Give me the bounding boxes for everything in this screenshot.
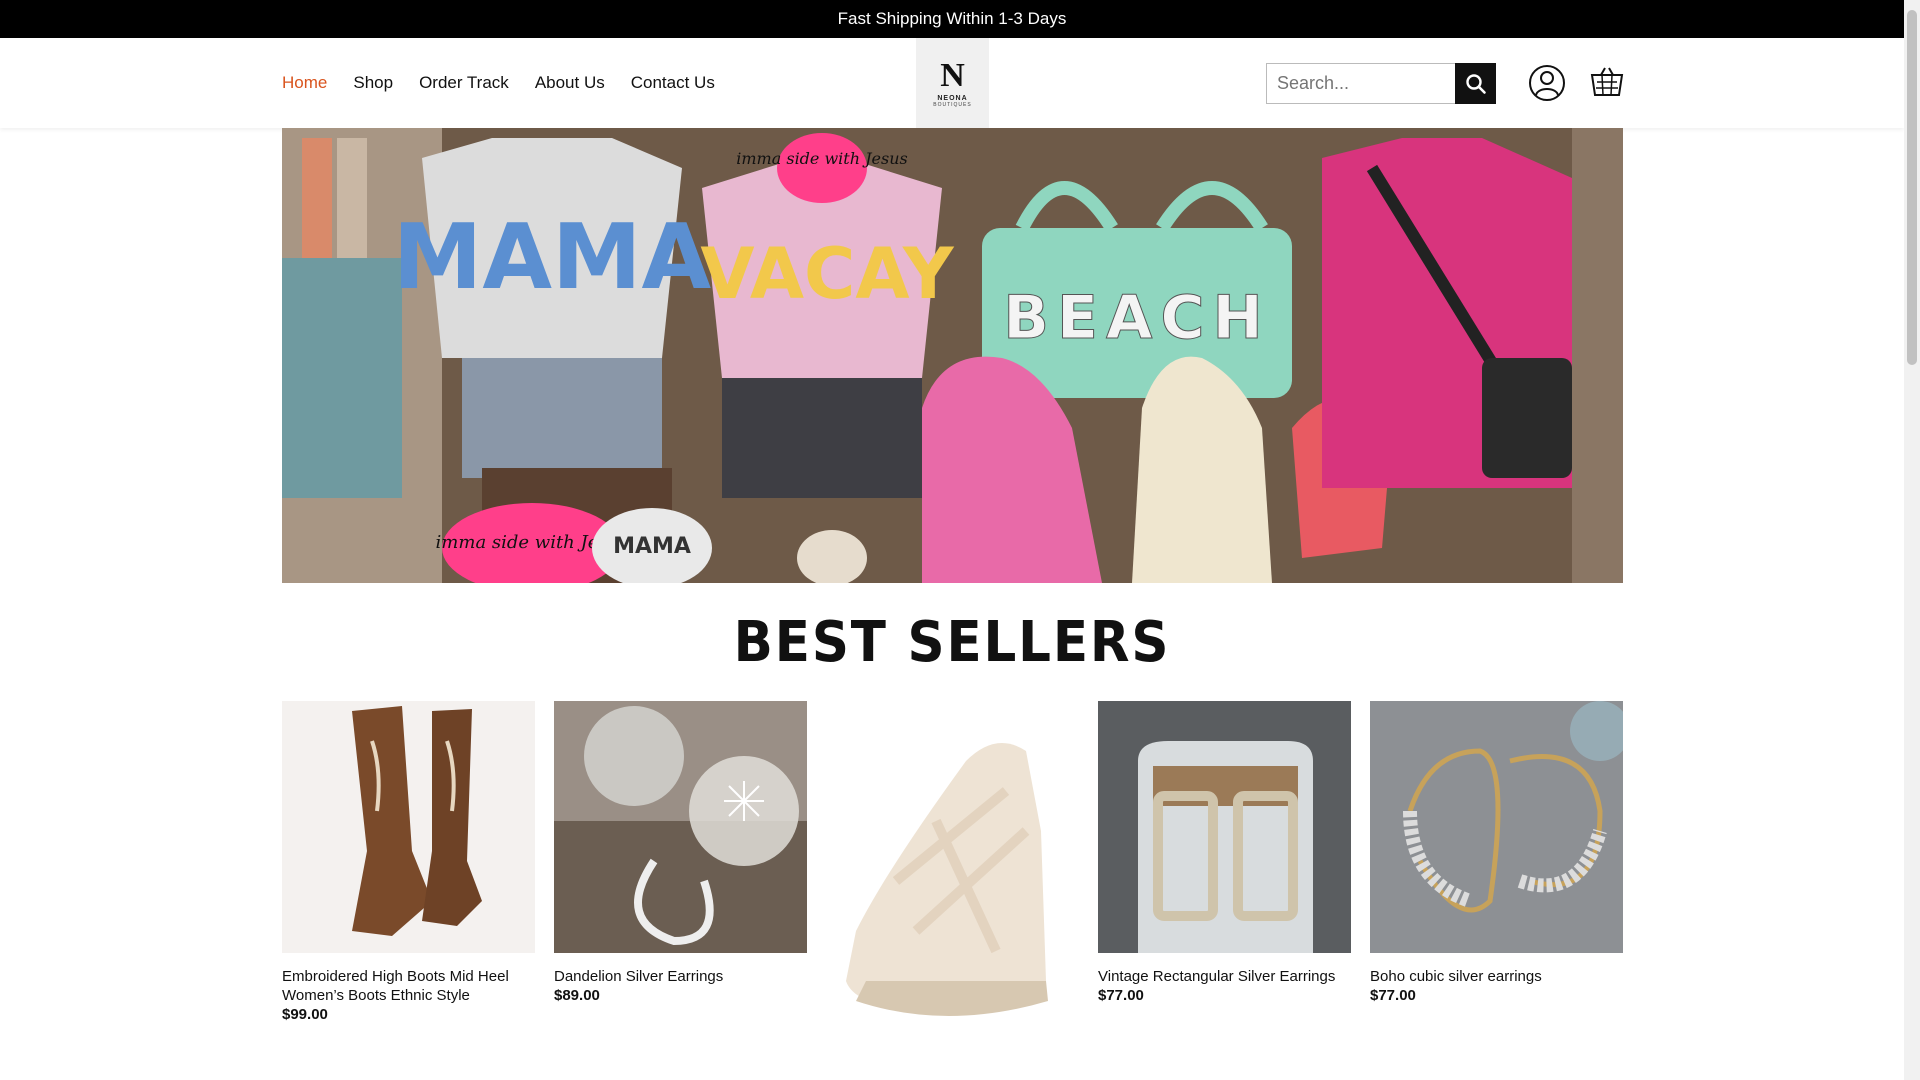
product-image[interactable] xyxy=(1098,701,1351,953)
nav-home[interactable]: Home xyxy=(282,73,327,93)
cart-button[interactable] xyxy=(1588,64,1626,102)
product-image[interactable] xyxy=(282,701,535,953)
hero-hat3-text: MAMA xyxy=(613,534,691,559)
product-card[interactable]: Boho cubic silver earrings $77.00 xyxy=(1370,701,1623,1055)
hero-image: MAMA imma side with Jesus VACAY BEACH im… xyxy=(282,128,1623,583)
scrollbar-thumb[interactable] xyxy=(1907,10,1917,365)
product-image[interactable] xyxy=(1370,701,1623,953)
search-input[interactable] xyxy=(1266,63,1455,104)
logo-letter: N xyxy=(940,56,965,94)
product-image[interactable] xyxy=(826,701,1079,1041)
search-icon xyxy=(1465,73,1486,94)
product-grid: Embroidered High Boots Mid Heel Women’s … xyxy=(282,701,1623,1055)
product-card[interactable]: Dandelion Silver Earrings $89.00 xyxy=(554,701,807,1055)
product-name[interactable]: Boho cubic silver earrings xyxy=(1370,967,1623,986)
nav-about-us[interactable]: About Us xyxy=(535,73,605,93)
hero-mama-text: MAMA xyxy=(393,205,712,310)
search-button[interactable] xyxy=(1455,63,1496,104)
product-price: $89.00 xyxy=(554,987,600,1004)
product-card[interactable] xyxy=(826,701,1079,1055)
site-logo[interactable]: N NEONA BOUTIQUES xyxy=(916,38,989,128)
announcement-bar: Fast Shipping Within 1-3 Days xyxy=(0,0,1904,38)
logo-brand: NEONA xyxy=(937,94,968,102)
announcement-text: Fast Shipping Within 1-3 Days xyxy=(837,9,1067,28)
hero-banner[interactable]: MAMA imma side with Jesus VACAY BEACH im… xyxy=(282,128,1623,583)
product-name[interactable]: Vintage Rectangular Silver Earrings xyxy=(1098,967,1351,986)
best-sellers-title: BEST SELLERS xyxy=(733,610,1171,675)
product-card[interactable]: Vintage Rectangular Silver Earrings $77.… xyxy=(1098,701,1351,1055)
nav-contact-us[interactable]: Contact Us xyxy=(631,73,715,93)
product-price: $77.00 xyxy=(1370,987,1416,1004)
search-form xyxy=(1266,63,1496,104)
product-price: $77.00 xyxy=(1098,987,1144,1004)
product-name[interactable]: Embroidered High Boots Mid Heel Women’s … xyxy=(282,967,535,1005)
product-image[interactable] xyxy=(554,701,807,953)
hero-beach-text: BEACH xyxy=(1003,283,1270,353)
main-nav: Home Shop Order Track About Us Contact U… xyxy=(282,38,715,128)
user-icon xyxy=(1529,65,1565,101)
hero-vacay-text: VACAY xyxy=(700,233,954,315)
product-name[interactable]: Dandelion Silver Earrings xyxy=(554,967,807,986)
nav-order-track[interactable]: Order Track xyxy=(419,73,509,93)
cart-icon xyxy=(1590,67,1624,96)
logo-sub: BOUTIQUES xyxy=(933,101,972,108)
hero-hat-text: imma side with Jesus xyxy=(736,149,907,168)
site-header: Home Shop Order Track About Us Contact U… xyxy=(0,38,1904,128)
product-card[interactable]: Embroidered High Boots Mid Heel Women’s … xyxy=(282,701,535,1055)
nav-shop[interactable]: Shop xyxy=(353,73,393,93)
page-scrollbar[interactable] xyxy=(1904,0,1920,1080)
product-price: $99.00 xyxy=(282,1006,328,1023)
account-button[interactable] xyxy=(1528,64,1566,102)
